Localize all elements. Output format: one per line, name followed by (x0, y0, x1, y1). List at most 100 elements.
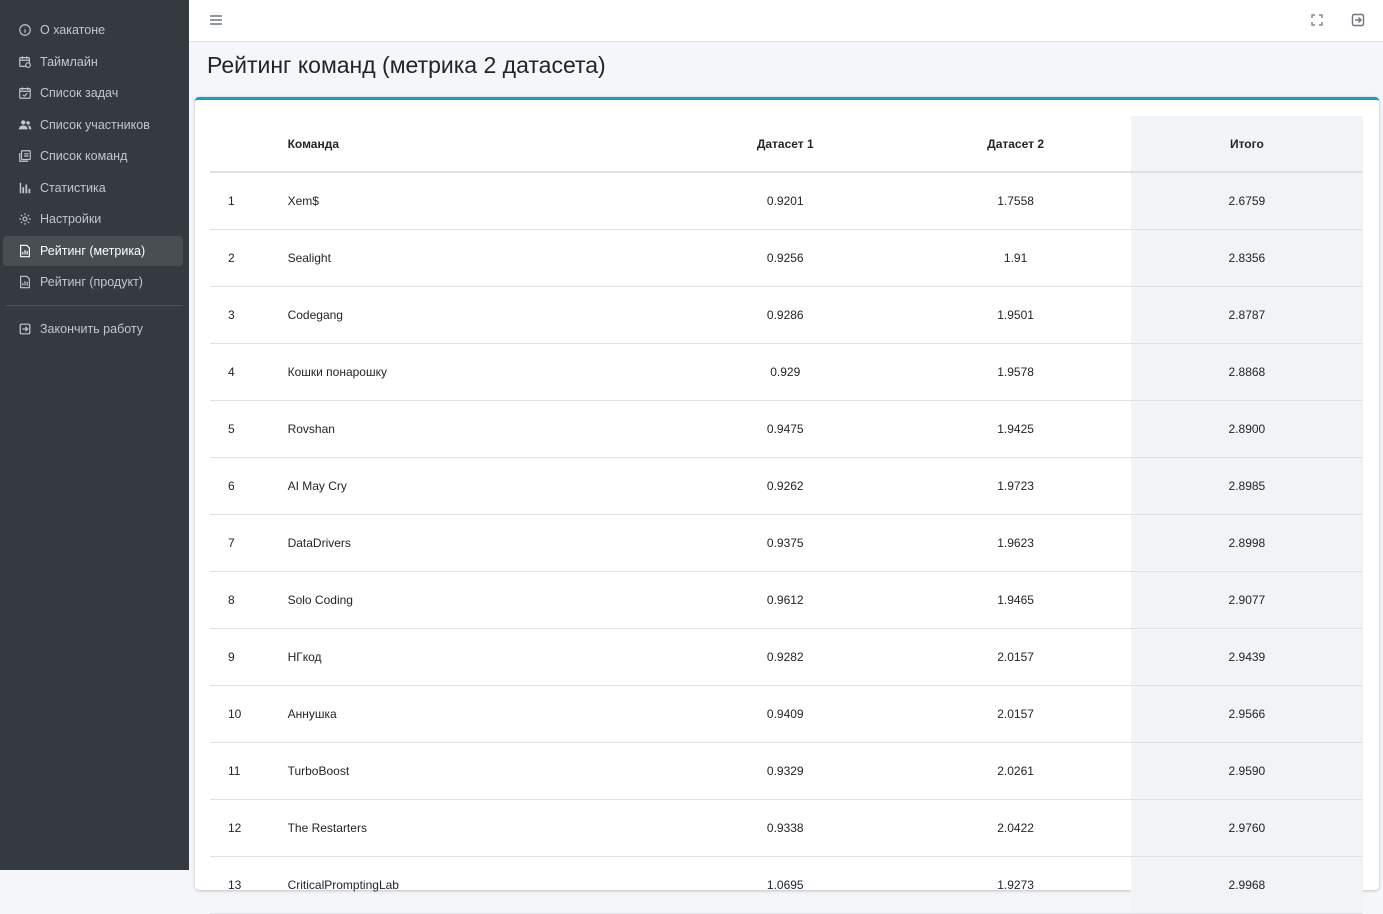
dataset-2-cell: 2.0157 (900, 685, 1131, 743)
dataset-1-cell: 0.9612 (670, 571, 901, 629)
fullscreen-icon[interactable] (1307, 10, 1327, 30)
sidebar-item-label: О хакатоне (40, 23, 106, 37)
sidebar-item-label: Рейтинг (продукт) (40, 275, 143, 289)
team-cell: CriticalPromptingLab (286, 856, 671, 914)
total-cell: 2.8868 (1130, 343, 1363, 401)
top-navbar (189, 0, 1383, 42)
rank-cell: 13 (210, 856, 287, 914)
dataset-1-cell: 0.9262 (670, 457, 901, 515)
team-cell: Solo Coding (286, 571, 671, 629)
table-row: 8 Solo Coding 0.9612 1.9465 2.9077 (210, 571, 1363, 629)
total-cell: 2.8356 (1130, 229, 1363, 287)
rank-cell: 6 (210, 457, 287, 515)
rank-cell: 7 (210, 514, 287, 572)
total-cell: 2.9968 (1130, 856, 1363, 914)
sidebar-divider (6, 305, 183, 306)
column-header-dataset-2[interactable]: Датасет 2 (900, 116, 1131, 173)
dataset-2-cell: 1.9723 (900, 457, 1131, 515)
table-row: 10 Аннушка 0.9409 2.0157 2.9566 (210, 685, 1363, 743)
total-cell: 2.9439 (1130, 628, 1363, 686)
calendar-clock-icon (18, 55, 32, 69)
column-header-total[interactable]: Итого (1130, 116, 1363, 173)
sidebar-item-5[interactable]: Статистика (3, 173, 183, 203)
dataset-2-cell: 1.9425 (900, 400, 1131, 458)
dataset-2-cell: 2.0157 (900, 628, 1131, 686)
sidebar-item-2[interactable]: Список задач (3, 78, 183, 108)
column-header-dataset-1[interactable]: Датасет 1 (670, 116, 901, 173)
table-row: 4 Кошки понарошку 0.929 1.9578 2.8868 (210, 343, 1363, 401)
sidebar-item-1[interactable]: Таймлайн (3, 47, 183, 77)
team-cell: DataDrivers (286, 514, 671, 572)
page-title: Рейтинг команд (метрика 2 датасета) (207, 52, 606, 78)
team-cell: Sealight (286, 229, 671, 287)
team-cell: The Restarters (286, 799, 671, 857)
total-cell: 2.6759 (1130, 172, 1363, 230)
dataset-1-cell: 0.9256 (670, 229, 901, 287)
total-cell: 2.9590 (1130, 742, 1363, 800)
team-cell: Xem$ (286, 172, 671, 230)
table-row: 6 AI May Cry 0.9262 1.9723 2.8985 (210, 457, 1363, 515)
dataset-2-cell: 2.0422 (900, 799, 1131, 857)
hamburger-icon[interactable] (206, 10, 226, 30)
sidebar-item-6[interactable]: Настройки (3, 204, 183, 234)
rank-cell: 9 (210, 628, 287, 686)
total-cell: 2.8985 (1130, 457, 1363, 515)
dataset-2-cell: 1.9501 (900, 286, 1131, 344)
dataset-1-cell: 0.9375 (670, 514, 901, 572)
dataset-2-cell: 1.9465 (900, 571, 1131, 629)
sidebar-item-3[interactable]: Список участников (3, 110, 183, 140)
table-row: 1 Xem$ 0.9201 1.7558 2.6759 (210, 172, 1363, 230)
dataset-1-cell: 0.9329 (670, 742, 901, 800)
rank-cell: 3 (210, 286, 287, 344)
rank-cell: 5 (210, 400, 287, 458)
dataset-1-cell: 0.9475 (670, 400, 901, 458)
dataset-2-cell: 1.9273 (900, 856, 1131, 914)
table-row: 3 Codegang 0.9286 1.9501 2.8787 (210, 286, 1363, 344)
bar-chart-icon (18, 181, 32, 195)
sidebar-item-label: Таймлайн (40, 54, 98, 69)
rank-cell: 1 (210, 172, 287, 230)
dataset-1-cell: 0.9282 (670, 628, 901, 686)
dataset-1-cell: 1.0695 (670, 856, 901, 914)
sidebar-nav: О хакатоне Таймлайн Список задач Список уча… (0, 0, 189, 297)
table-row: 2 Sealight 0.9256 1.91 2.8356 (210, 229, 1363, 287)
sidebar-item-4[interactable]: Список команд (3, 141, 183, 171)
sidebar-item-logout[interactable]: Закончить работу (3, 314, 183, 344)
rank-cell: 4 (210, 343, 287, 401)
sidebar-item-7[interactable]: Рейтинг (метрика) (3, 235, 183, 266)
dataset-2-cell: 1.7558 (900, 172, 1131, 230)
sidebar-item-label: Список команд (40, 149, 128, 163)
team-cell: НГкод (286, 628, 671, 686)
column-header-rank (210, 116, 287, 173)
rank-cell: 11 (210, 742, 287, 800)
sidebar-item-8[interactable]: Рейтинг (продукт) (3, 267, 183, 297)
total-cell: 2.8900 (1130, 400, 1363, 458)
sidebar: О хакатоне Таймлайн Список задач Список уча… (0, 0, 189, 870)
total-cell: 2.8998 (1130, 514, 1363, 572)
total-cell: 2.9077 (1130, 571, 1363, 629)
team-cell: Rovshan (286, 400, 671, 458)
gear-icon (18, 212, 32, 226)
dataset-1-cell: 0.9201 (670, 172, 901, 230)
exit-icon[interactable] (1348, 10, 1368, 30)
column-header-team[interactable]: Команда (286, 116, 671, 173)
info-circle-icon (18, 23, 32, 37)
rating-card: Команда Датасет 1 Датасет 2 Итого 1 Xem$ 0… (195, 97, 1379, 914)
dataset-2-cell: 2.0261 (900, 742, 1131, 800)
table-row: 5 Rovshan 0.9475 1.9425 2.8900 (210, 400, 1363, 458)
team-list-icon (18, 149, 32, 163)
dataset-2-cell: 1.9578 (900, 343, 1131, 401)
exit-icon (18, 322, 32, 336)
sidebar-item-label: Список участников (40, 117, 150, 132)
dataset-1-cell: 0.9286 (670, 286, 901, 344)
report-icon (18, 244, 32, 258)
rank-cell: 10 (210, 685, 287, 743)
table-row: 13 CriticalPromptingLab 1.0695 1.9273 2.9968 (210, 856, 1363, 914)
sidebar-item-label: Статистика (40, 180, 106, 195)
users-icon (18, 118, 32, 132)
team-cell: Аннушка (286, 685, 671, 743)
table-row: 12 The Restarters 0.9338 2.0422 2.9760 (210, 799, 1363, 857)
dataset-1-cell: 0.929 (670, 343, 901, 401)
team-cell: AI May Cry (286, 457, 671, 515)
sidebar-item-0[interactable]: О хакатоне (3, 15, 183, 45)
